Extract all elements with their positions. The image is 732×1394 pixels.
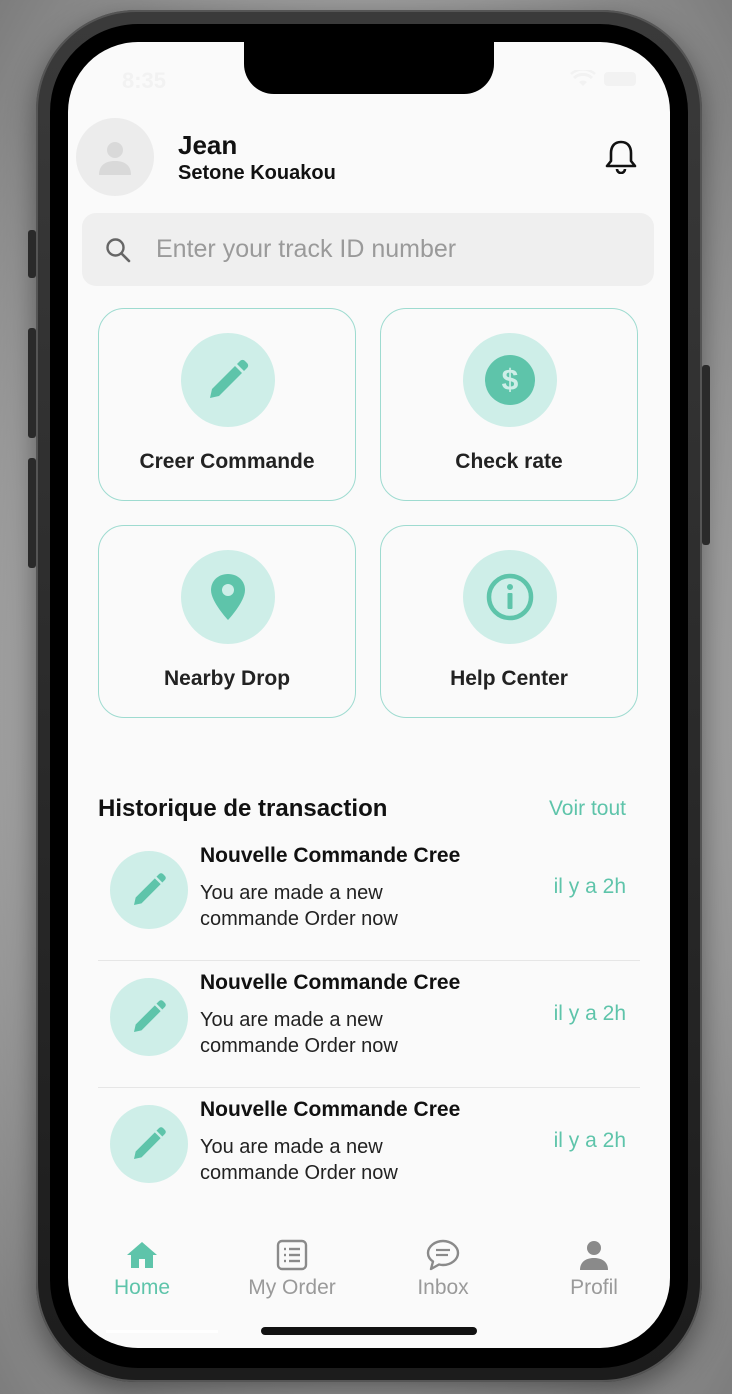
info-icon [486,573,534,621]
card-label: Help Center [450,667,568,690]
check-rate-card[interactable]: $ Check rate [380,308,638,501]
help-center-card[interactable]: Help Center [380,525,638,718]
map-pin-icon [211,574,245,620]
transaction-title: Nouvelle Commande Cree [200,1098,461,1121]
transaction-item[interactable]: Nouvelle Commande Cree You are made a ne… [98,1088,640,1215]
transaction-time: il y a 2h [553,875,626,898]
home-icon [127,1242,157,1268]
transaction-description: You are made a new commande Order now [200,1136,398,1184]
search-icon [106,237,131,262]
wifi-icon [570,70,596,86]
pencil-icon [210,359,249,398]
screen: 8:35 Jean Setone Kouakou Enter your trac… [68,42,670,1348]
nav-label: Inbox [417,1276,469,1299]
avatar[interactable] [76,118,154,196]
transaction-icon-circle [110,851,188,929]
transaction-icon-circle [110,978,188,1056]
search-input[interactable] [156,235,596,264]
status-icons [570,70,636,88]
bottom-nav: Home My Order Inbox Profil [68,1238,670,1338]
nav-label: Home [113,1276,171,1299]
mute-switch [28,230,36,278]
bell-icon[interactable] [604,138,638,174]
user-first-name: Jean [178,130,238,160]
person-icon [99,142,131,175]
pencil-icon [134,1000,166,1032]
list-icon [276,1239,308,1271]
see-all-link[interactable]: Voir tout [549,797,626,821]
transaction-title: Nouvelle Commande Cree [200,971,461,994]
chat-icon [426,1239,460,1271]
card-icon-circle [463,550,557,644]
nav-label: Profil [570,1276,618,1299]
nav-item-profil[interactable]: Profil [524,1238,664,1300]
person-icon [580,1241,608,1270]
nav-item-inbox[interactable]: Inbox [373,1238,513,1300]
transaction-description: You are made a new commande Order now [200,1009,398,1057]
notch [244,42,494,94]
pencil-icon [134,1127,166,1159]
card-icon-circle [181,333,275,427]
power-button [702,365,710,545]
nearby-drop-card[interactable]: Nearby Drop [98,525,356,718]
card-icon-circle [181,550,275,644]
volume-down-button [28,458,36,568]
transaction-item[interactable]: Nouvelle Commande Cree You are made a ne… [98,961,640,1088]
pencil-icon [134,873,166,905]
dollar-icon: $ [485,355,535,405]
history-title: Historique de transaction [98,795,388,822]
user-last-name: Setone Kouakou [178,162,336,184]
status-time: 8:35 [122,68,167,93]
transaction-time: il y a 2h [553,1002,626,1025]
card-label: Creer Commande [139,450,315,473]
card-icon-circle: $ [463,333,557,427]
home-indicator [261,1327,477,1335]
nav-item-home[interactable]: Home [72,1238,212,1300]
card-label: Nearby Drop [163,667,291,690]
transaction-item[interactable]: Nouvelle Commande Cree You are made a ne… [98,834,640,961]
transaction-icon-circle [110,1105,188,1183]
card-label: Check rate [455,450,563,473]
transaction-title: Nouvelle Commande Cree [200,844,461,867]
nav-item-my-order[interactable]: My Order [222,1238,362,1300]
nav-label: My Order [248,1276,336,1299]
nav-active-indicator [106,1330,218,1333]
search-bar[interactable] [82,213,654,286]
volume-up-button [28,328,36,438]
creer-commande-card[interactable]: Creer Commande [98,308,356,501]
svg-text:$: $ [502,364,519,397]
transaction-time: il y a 2h [553,1129,626,1152]
transaction-description: You are made a new commande Order now [200,882,398,930]
battery-icon [604,72,636,86]
